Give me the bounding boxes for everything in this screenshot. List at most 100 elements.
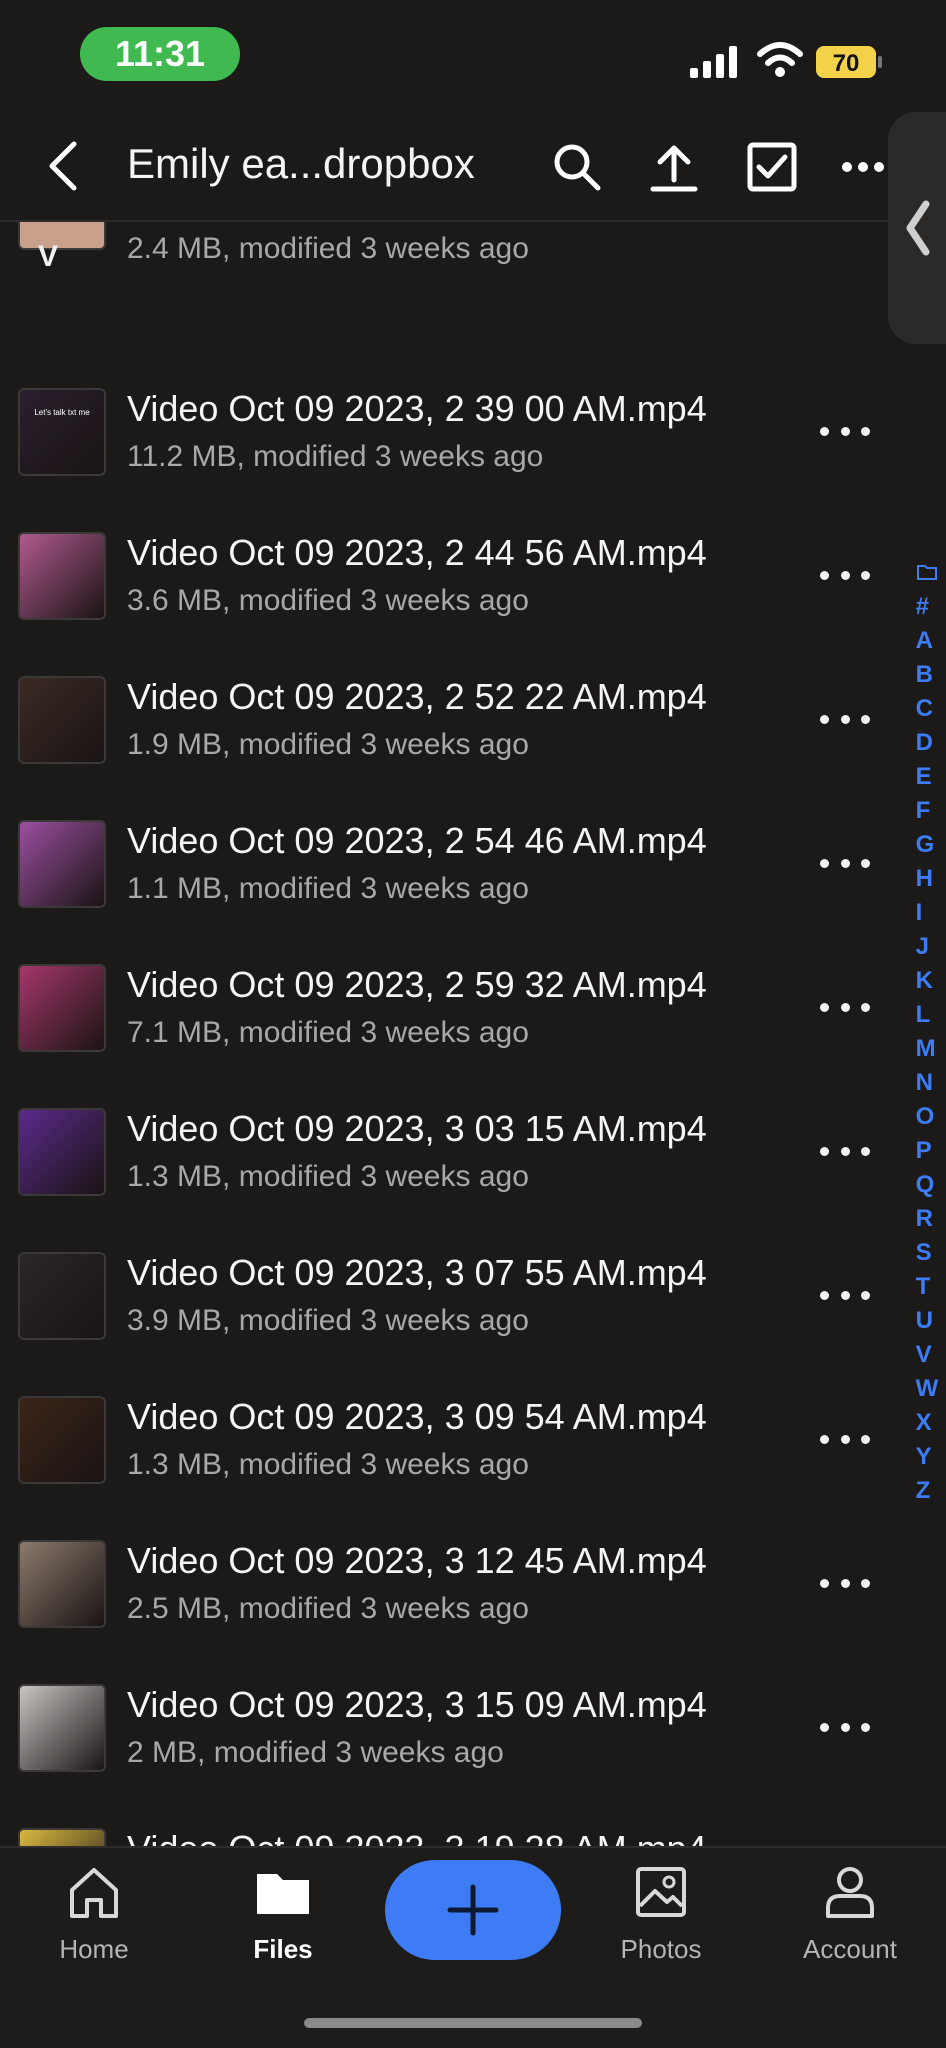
file-meta: 1.3 MB, modified 3 weeks ago: [127, 1160, 529, 1193]
index-letter[interactable]: X: [916, 1406, 939, 1440]
file-list-item[interactable]: Video Oct 09 2023, 2 52 22 AM.mp4 1.9 MB,…: [0, 676, 900, 820]
create-button[interactable]: [385, 1860, 561, 1960]
more-dot: [820, 858, 829, 868]
file-list-item[interactable]: Video Oct 09 2023, 3 19 28 AM.mp4: [0, 1828, 900, 1846]
nav-account-label: Account: [803, 1934, 897, 1964]
index-letter[interactable]: H: [916, 862, 939, 896]
more-dot: [861, 1722, 870, 1732]
select-checkbox-icon[interactable]: [745, 140, 799, 194]
more-dot: [840, 1722, 850, 1732]
index-letter[interactable]: N: [916, 1066, 939, 1100]
nav-account[interactable]: Account: [775, 1864, 925, 1984]
file-name: Video Oct 09 2023, 2 52 22 AM.mp4: [127, 676, 707, 717]
index-letter[interactable]: D: [916, 726, 939, 760]
file-list-item[interactable]: Video Oct 09 2023, 3 03 15 AM.mp4 1.3 MB,…: [0, 1108, 900, 1252]
index-letter[interactable]: U: [916, 1304, 939, 1338]
file-list-item[interactable]: Video Oct 09 2023, 3 07 55 AM.mp4 3.9 MB,…: [0, 1252, 900, 1396]
search-icon[interactable]: [550, 140, 604, 194]
index-letter[interactable]: #: [916, 590, 939, 624]
list-item-partial[interactable]: 2.4 MB, modified 3 weeks ago: [0, 222, 900, 306]
file-list-item[interactable]: Video Oct 09 2023, 3 09 54 AM.mp4 1.3 MB,…: [0, 1396, 900, 1540]
more-dot: [840, 1146, 850, 1156]
file-list-item[interactable]: Video Oct 09 2023, 3 12 45 AM.mp4 2.5 MB,…: [0, 1540, 900, 1684]
file-more-button[interactable]: [820, 416, 870, 446]
cellular-signal-icon: [690, 46, 737, 78]
video-thumbnail: [18, 820, 106, 908]
index-letter[interactable]: Y: [916, 1440, 939, 1474]
file-more-button[interactable]: [820, 1280, 870, 1310]
file-more-button[interactable]: [820, 1568, 870, 1598]
video-thumbnail: [18, 1828, 106, 1846]
more-dot: [840, 426, 850, 436]
file-meta: 1.9 MB, modified 3 weeks ago: [127, 728, 529, 761]
file-more-button[interactable]: [820, 560, 870, 590]
index-letter[interactable]: B: [916, 658, 939, 692]
nav-home[interactable]: Home: [19, 1864, 169, 1984]
file-meta: 3.9 MB, modified 3 weeks ago: [127, 1304, 529, 1337]
more-dot: [820, 570, 829, 580]
home-icon: [70, 1868, 118, 1918]
back-button[interactable]: [40, 138, 84, 194]
file-more-button[interactable]: [820, 992, 870, 1022]
nav-files[interactable]: Files: [208, 1864, 358, 1984]
file-name: Video Oct 09 2023, 3 12 45 AM.mp4: [127, 1540, 707, 1581]
file-meta: 2.4 MB, modified 3 weeks ago: [127, 232, 529, 265]
more-options-icon[interactable]: [838, 140, 888, 194]
more-dot: [840, 714, 850, 724]
folder-index-icon[interactable]: [917, 564, 937, 580]
video-thumbnail: [18, 1252, 106, 1340]
index-letter[interactable]: R: [916, 1202, 939, 1236]
index-letter[interactable]: Q: [916, 1168, 939, 1202]
index-letter[interactable]: C: [916, 692, 939, 726]
file-list-item[interactable]: Video Oct 09 2023, 2 54 46 AM.mp4 1.1 MB,…: [0, 820, 900, 964]
status-bar: 11:31 70: [0, 0, 946, 110]
file-name: Video Oct 09 2023, 3 03 15 AM.mp4: [127, 1108, 707, 1149]
file-list-item[interactable]: Video Oct 09 2023, 3 15 09 AM.mp4 2 MB, m…: [0, 1684, 900, 1828]
index-letter[interactable]: P: [916, 1134, 939, 1168]
more-dot: [820, 714, 829, 724]
file-more-button[interactable]: [820, 1424, 870, 1454]
index-letter[interactable]: E: [916, 760, 939, 794]
index-letter[interactable]: W: [916, 1372, 939, 1406]
file-list-item[interactable]: Video Oct 09 2023, 2 44 56 AM.mp4 3.6 MB,…: [0, 532, 900, 676]
file-meta: 7.1 MB, modified 3 weeks ago: [127, 1016, 529, 1049]
file-list-item[interactable]: Video Oct 09 2023, 2 59 32 AM.mp4 7.1 MB,…: [0, 964, 900, 1108]
index-letter[interactable]: L: [916, 998, 939, 1032]
index-letter[interactable]: I: [916, 896, 939, 930]
more-dot: [820, 426, 829, 436]
index-letter[interactable]: J: [916, 930, 939, 964]
more-dot: [861, 714, 870, 724]
file-list: 2.4 MB, modified 3 weeks ago Let's talk …: [0, 222, 946, 1846]
file-more-button[interactable]: [820, 1136, 870, 1166]
index-letter[interactable]: M: [916, 1032, 939, 1066]
file-more-button[interactable]: [820, 704, 870, 734]
more-dot: [820, 1578, 829, 1588]
file-more-button[interactable]: [820, 848, 870, 878]
video-thumbnail: Let's talk txt me: [18, 388, 106, 476]
index-letter[interactable]: S: [916, 1236, 939, 1270]
top-app-bar: Emily ea...dropbox: [0, 110, 946, 222]
video-thumbnail: [18, 1684, 106, 1772]
nav-home-label: Home: [59, 1934, 129, 1964]
index-letter[interactable]: Z: [916, 1474, 939, 1508]
index-letter[interactable]: O: [916, 1100, 939, 1134]
file-name: Video Oct 09 2023, 2 54 46 AM.mp4: [127, 820, 707, 861]
more-dot: [840, 858, 850, 868]
file-meta: 1.3 MB, modified 3 weeks ago: [127, 1448, 529, 1481]
index-letter[interactable]: A: [916, 624, 939, 658]
upload-icon[interactable]: [647, 140, 701, 194]
index-letter[interactable]: T: [916, 1270, 939, 1304]
nav-photos[interactable]: Photos: [586, 1864, 736, 1984]
more-dot: [840, 570, 850, 580]
more-dot: [861, 1290, 870, 1300]
file-more-button[interactable]: [820, 1712, 870, 1742]
alphabet-index[interactable]: # A B C D E F G H I J K L M N O P Q R S T U V W X Y Z: [912, 564, 942, 1508]
status-time: 11:31: [80, 27, 240, 81]
index-letter[interactable]: F: [916, 794, 939, 828]
more-dot: [861, 1578, 870, 1588]
index-letter[interactable]: G: [916, 828, 939, 862]
index-letter[interactable]: V: [916, 1338, 939, 1372]
file-list-item[interactable]: Let's talk txt me Video Oct 09 2023, 2 39…: [0, 388, 900, 532]
index-letter[interactable]: K: [916, 964, 939, 998]
file-meta: 11.2 MB, modified 3 weeks ago: [127, 440, 544, 473]
